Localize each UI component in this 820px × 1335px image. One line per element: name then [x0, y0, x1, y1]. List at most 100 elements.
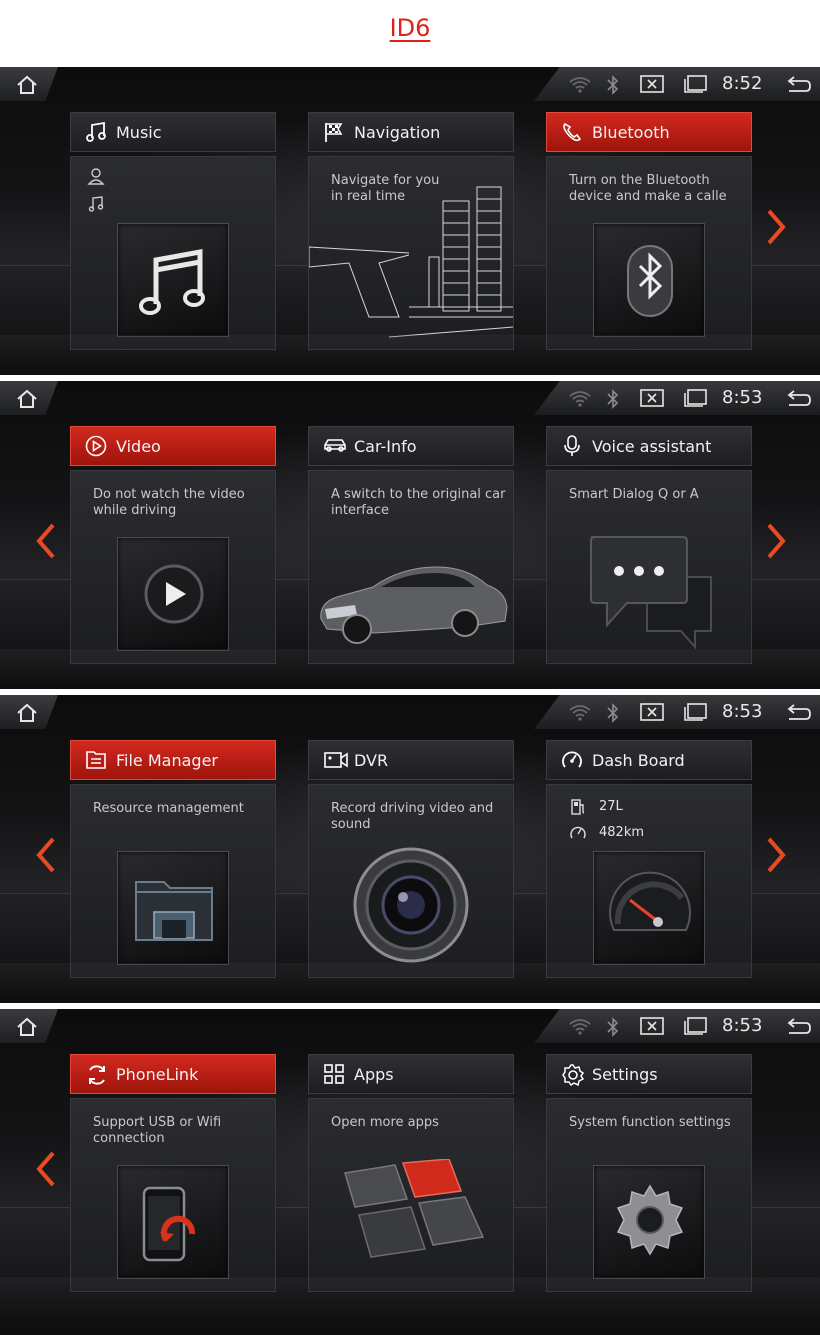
bluetooth-card[interactable]: Bluetooth Turn on the Bluetooth device a… — [546, 112, 752, 350]
sedan-car-illustration-icon — [320, 566, 508, 644]
music-card-header[interactable]: Music — [70, 112, 276, 152]
video-card[interactable]: Video Do not watch the video while drivi… — [70, 426, 276, 664]
car-icon — [324, 439, 346, 452]
file-manager-card-header[interactable]: File Manager — [70, 740, 276, 780]
refresh-icon — [89, 1065, 105, 1085]
settings-card-body: System function settings — [546, 1098, 752, 1292]
back-icon[interactable] — [786, 1017, 812, 1035]
voice-assistant-card-header[interactable]: Voice assistant — [546, 426, 752, 466]
gear-large-icon — [616, 1184, 684, 1256]
window-icon[interactable] — [684, 75, 708, 93]
screen-1: 8:52 Music Navigation Navigate for you i… — [0, 67, 820, 375]
voice-assistant-description: Smart Dialog Q or A — [569, 487, 699, 502]
folder-large-icon — [135, 881, 213, 941]
close-box-icon[interactable] — [640, 703, 664, 721]
settings-tile[interactable] — [593, 1165, 705, 1279]
clock: 8:53 — [722, 701, 763, 722]
chat-bubbles-icon — [590, 536, 712, 650]
music-card-body — [70, 156, 276, 350]
chevron-right-icon[interactable] — [764, 835, 788, 875]
chevron-left-icon[interactable] — [34, 1149, 58, 1189]
close-box-icon[interactable] — [640, 1017, 664, 1035]
chevron-left-icon[interactable] — [34, 835, 58, 875]
dash-board-card[interactable]: Dash Board 27L 482km — [546, 740, 752, 978]
apps-card-header[interactable]: Apps — [308, 1054, 514, 1094]
file-manager-card-body: Resource management — [70, 784, 276, 978]
file-manager-tile[interactable] — [117, 851, 229, 965]
window-icon[interactable] — [684, 389, 708, 407]
back-icon[interactable] — [786, 389, 812, 407]
phone-handset-icon — [563, 122, 582, 142]
car-info-card-header[interactable]: Car-Info — [308, 426, 514, 466]
bluetooth-icon — [607, 389, 619, 409]
home-button[interactable] — [0, 695, 58, 729]
dash-board-card-header[interactable]: Dash Board — [546, 740, 752, 780]
navigation-card-header[interactable]: Navigation — [308, 112, 514, 152]
bluetooth-icon — [607, 75, 619, 95]
document-icon — [86, 751, 106, 769]
file-manager-description: Resource management — [93, 801, 244, 816]
window-icon[interactable] — [684, 703, 708, 721]
microphone-icon — [564, 435, 580, 456]
wifi-icon — [569, 391, 591, 407]
voice-assistant-label: Voice assistant — [592, 437, 712, 456]
range-value: 482km — [599, 825, 645, 840]
apps-description: Open more apps — [331, 1115, 439, 1130]
settings-label: Settings — [592, 1065, 658, 1084]
bluetooth-tile[interactable] — [593, 223, 705, 337]
bluetooth-label: Bluetooth — [592, 123, 670, 142]
dvr-card[interactable]: DVR Record driving video and sound — [308, 740, 514, 978]
dash-board-tile[interactable] — [593, 851, 705, 965]
dvr-card-header[interactable]: DVR — [308, 740, 514, 780]
home-button[interactable] — [0, 1009, 58, 1043]
music-note-icon — [86, 121, 106, 142]
close-box-icon[interactable] — [640, 75, 664, 93]
home-icon — [17, 703, 37, 722]
page-title: ID6 — [389, 14, 431, 42]
wifi-icon — [569, 705, 591, 721]
phonelink-card-header[interactable]: PhoneLink — [70, 1054, 276, 1094]
music-card[interactable]: Music — [70, 112, 276, 350]
play-large-icon — [144, 564, 204, 624]
dvr-card-body: Record driving video and sound — [308, 784, 514, 978]
home-button[interactable] — [0, 67, 58, 101]
voice-assistant-card-body: Smart Dialog Q or A — [546, 470, 752, 664]
car-info-card[interactable]: Car-Info A switch to the original car in… — [308, 426, 514, 664]
apps-card[interactable]: Apps Open more apps — [308, 1054, 514, 1292]
chevron-right-icon[interactable] — [764, 521, 788, 561]
close-box-icon[interactable] — [640, 389, 664, 407]
grid-icon — [324, 1064, 344, 1084]
screen-3: 8:53 File Manager Resource management DV… — [0, 695, 820, 1003]
video-tile[interactable] — [117, 537, 229, 651]
app-tiles-icon — [344, 1159, 485, 1258]
file-manager-card[interactable]: File Manager Resource management — [70, 740, 276, 978]
bluetooth-large-icon — [627, 245, 673, 317]
video-label: Video — [116, 437, 161, 456]
voice-assistant-card[interactable]: Voice assistant Smart Dialog Q or A — [546, 426, 752, 664]
bluetooth-card-header[interactable]: Bluetooth — [546, 112, 752, 152]
settings-card-header[interactable]: Settings — [546, 1054, 752, 1094]
navigation-card[interactable]: Navigation Navigate for you in real time — [308, 112, 514, 350]
phonelink-card[interactable]: PhoneLink Support USB or Wifi connection — [70, 1054, 276, 1292]
apps-label: Apps — [354, 1065, 394, 1084]
settings-card[interactable]: Settings System function settings — [546, 1054, 752, 1292]
video-description: Do not watch the video while driving — [93, 487, 245, 518]
back-icon[interactable] — [786, 75, 812, 93]
chevron-right-icon[interactable] — [764, 207, 788, 247]
navigation-label: Navigation — [354, 123, 441, 142]
status-bar: 8:53 — [534, 1009, 820, 1043]
dash-board-card-body: 27L 482km — [546, 784, 752, 978]
phonelink-label: PhoneLink — [116, 1065, 199, 1084]
music-tile[interactable] — [117, 223, 229, 337]
window-icon[interactable] — [684, 1017, 708, 1035]
chevron-left-icon[interactable] — [34, 521, 58, 561]
clock: 8:53 — [722, 387, 763, 408]
video-card-header[interactable]: Video — [70, 426, 276, 466]
gear-icon — [562, 1064, 585, 1087]
home-button[interactable] — [0, 381, 58, 415]
back-icon[interactable] — [786, 703, 812, 721]
screen-2: 8:53 Video Do not watch the video while … — [0, 381, 820, 689]
status-bar: 8:53 — [534, 381, 820, 415]
bluetooth-icon — [607, 1017, 619, 1037]
phonelink-tile[interactable] — [117, 1165, 229, 1279]
